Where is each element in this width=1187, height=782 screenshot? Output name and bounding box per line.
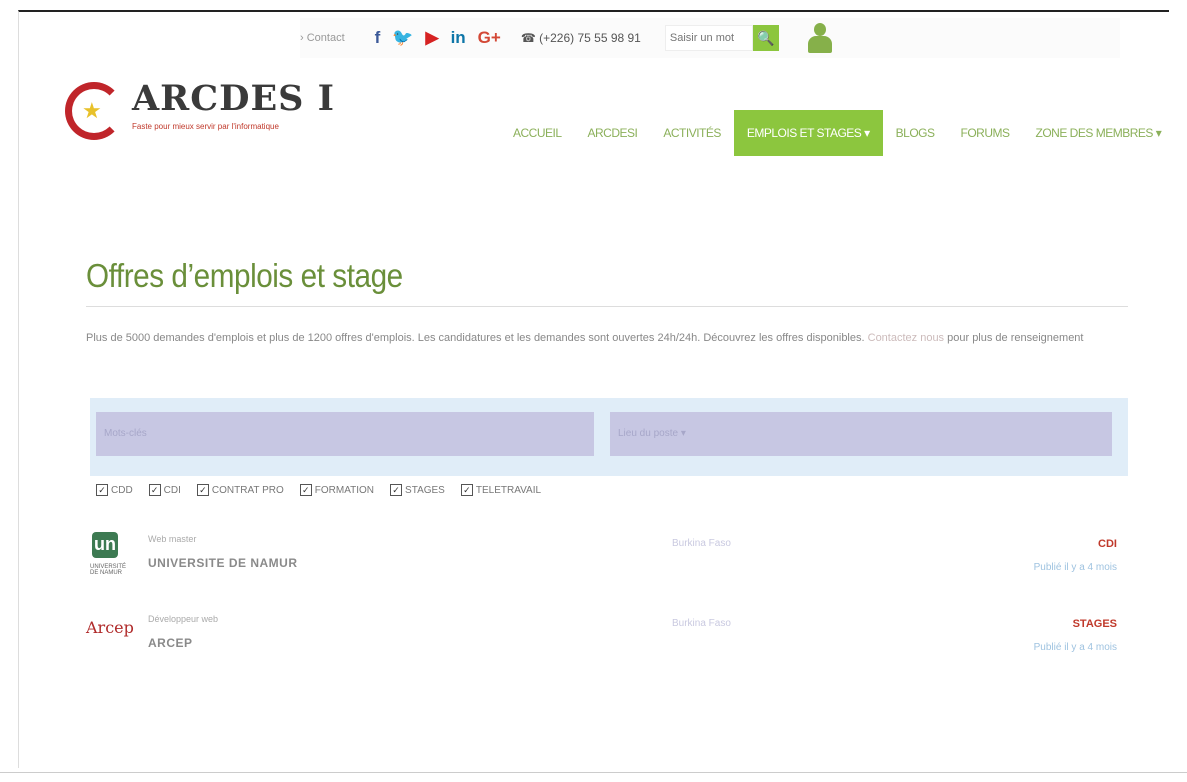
nav-item-accueil[interactable]: ACCUEIL: [500, 110, 575, 156]
checkbox-checked-icon: ✓: [196, 484, 209, 496]
job-location: Burkina Faso: [672, 538, 731, 549]
star-icon: ★: [82, 98, 102, 123]
job-filter-panel: Mots-clés Lieu du poste ▾: [90, 398, 1128, 476]
page-title: Offres d’emplois et stage: [86, 257, 403, 294]
nav-item-zone-membres[interactable]: ZONE DES MEMBRES ▾: [1023, 110, 1175, 156]
contact-link[interactable]: › Contact: [300, 32, 345, 44]
title-divider: [86, 306, 1128, 307]
checkbox-teletravail[interactable]: ✓ TELETRAVAIL: [460, 484, 542, 496]
keywords-input[interactable]: Mots-clés: [96, 412, 594, 456]
googleplus-icon[interactable]: G+: [478, 28, 501, 48]
user-account-icon[interactable]: [807, 23, 833, 53]
job-title[interactable]: Web master: [148, 534, 196, 544]
job-listing[interactable]: un UNIVERSITÉ DE NAMUR Web master UNIVER…: [86, 532, 1131, 578]
posted-date: Publié il y a 4 mois: [1033, 562, 1117, 573]
contact-us-link[interactable]: Contactez nous: [868, 332, 944, 344]
site-tagline: Faste pour mieux servir par l'informatiq…: [132, 122, 279, 131]
checkbox-checked-icon: ✓: [390, 484, 403, 496]
checkbox-checked-icon: ✓: [96, 484, 108, 496]
checkbox-label: STAGES: [405, 484, 445, 496]
posted-date: Publié il y a 4 mois: [1033, 642, 1117, 653]
top-bar: › Contact f 🐦 ▶ in G+ ☎ (+226) 75 55 98 …: [300, 18, 1120, 58]
checkbox-cdi[interactable]: ✓ CDI: [148, 484, 181, 496]
main-nav: ACCUEIL ARCDESI ACTIVITÉS EMPLOIS ET STA…: [500, 110, 1174, 156]
nav-item-blogs[interactable]: BLOGS: [883, 110, 948, 156]
company-name: ARCEP: [148, 636, 193, 650]
checkbox-label: CONTRAT PRO: [211, 484, 284, 496]
company-logo: Arcep: [86, 618, 134, 637]
nav-item-forums[interactable]: FORUMS: [948, 110, 1023, 156]
intro-end: pour plus de renseignement: [944, 332, 1084, 344]
contract-type-badge: STAGES: [1072, 618, 1117, 630]
search-input[interactable]: [664, 25, 753, 51]
nav-item-activites[interactable]: ACTIVITÉS: [650, 110, 734, 156]
search-button[interactable]: 🔍: [752, 25, 779, 51]
site-title: ARCDES I: [132, 78, 335, 119]
youtube-icon[interactable]: ▶: [425, 28, 438, 48]
checkbox-label: CDI: [163, 484, 181, 496]
nav-item-arcdesi[interactable]: ARCDESI: [575, 110, 651, 156]
linkedin-icon[interactable]: in: [451, 28, 466, 48]
checkbox-label: TELETRAVAIL: [475, 484, 542, 496]
checkbox-checked-icon: ✓: [148, 484, 161, 496]
checkbox-checked-icon: ✓: [460, 484, 473, 496]
phone-number: ☎ (+226) 75 55 98 91: [520, 31, 641, 45]
checkbox-contrat-pro[interactable]: ✓ CONTRAT PRO: [196, 484, 284, 496]
contract-type-filters: ✓ CDD ✓ CDI ✓ CONTRAT PRO ✓ FORMATION ✓ STAGE…: [96, 484, 541, 496]
company-logo: un UNIVERSITÉ DE NAMUR: [90, 532, 127, 576]
bottom-divider: [0, 772, 1187, 773]
location-select[interactable]: Lieu du poste ▾: [610, 412, 1112, 456]
checkbox-stages[interactable]: ✓ STAGES: [390, 484, 445, 496]
job-title[interactable]: Développeur web: [148, 614, 218, 624]
checkbox-checked-icon: ✓: [299, 484, 312, 496]
nav-item-emplois-stages[interactable]: EMPLOIS ET STAGES ▾: [733, 110, 883, 156]
site-logo[interactable]: ★ ARCDES I Faste pour mieux servir par l…: [60, 72, 340, 162]
job-listing[interactable]: Arcep Développeur web ARCEP Burkina Faso…: [86, 612, 1131, 658]
company-name: UNIVERSITE DE NAMUR: [148, 556, 298, 570]
search-icon: 🔍: [757, 29, 775, 46]
checkbox-label: CDD: [111, 484, 133, 496]
job-location: Burkina Faso: [672, 618, 731, 629]
intro-paragraph: Plus de 5000 demandes d'emplois et plus …: [86, 328, 1131, 348]
checkbox-label: FORMATION: [314, 484, 375, 496]
intro-text: Plus de 5000 demandes d'emplois et plus …: [86, 332, 865, 344]
twitter-icon[interactable]: 🐦: [392, 28, 413, 48]
checkbox-formation[interactable]: ✓ FORMATION: [299, 484, 375, 496]
contract-type-badge: CDI: [1098, 538, 1117, 550]
facebook-icon[interactable]: f: [375, 28, 381, 48]
checkbox-cdd[interactable]: ✓ CDD: [96, 484, 133, 496]
search-box: 🔍: [664, 25, 779, 51]
